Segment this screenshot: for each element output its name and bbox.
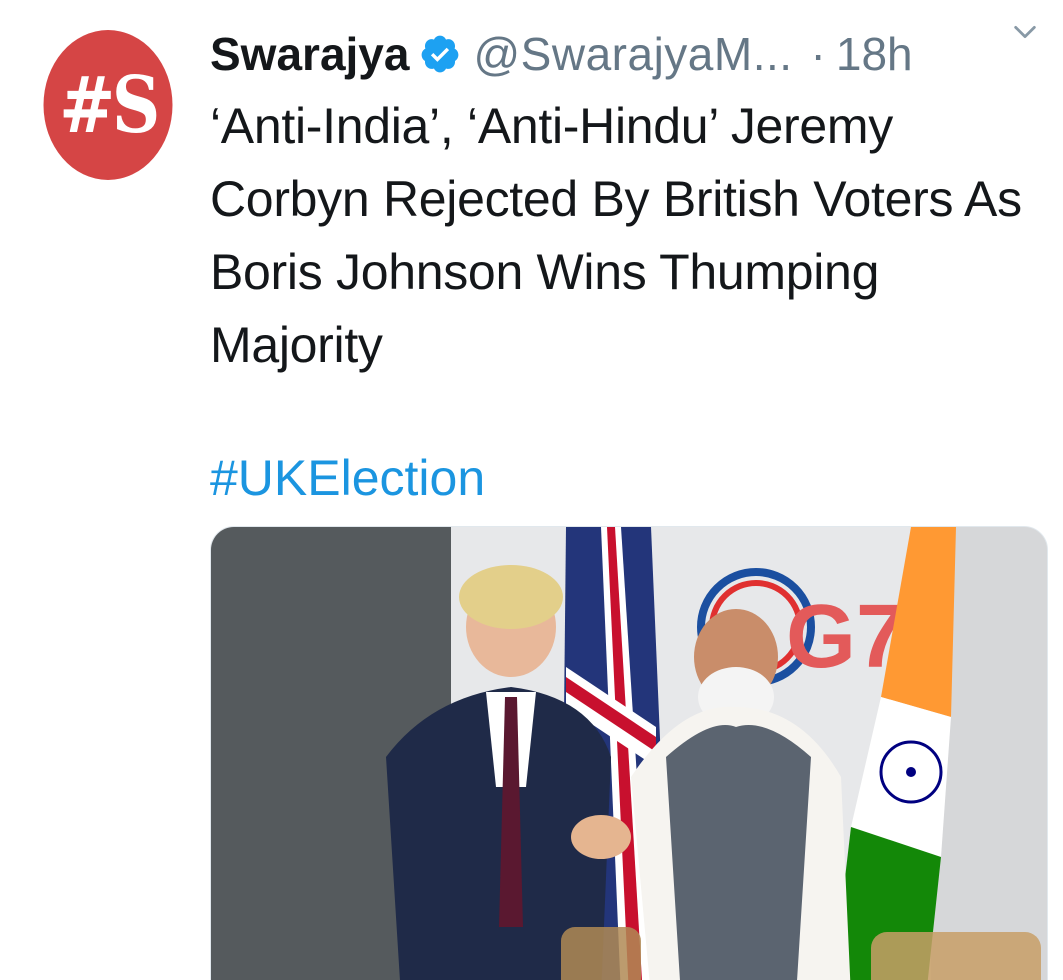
user-handle[interactable]: @SwarajyaM... [473,31,792,77]
chevron-down-icon[interactable] [1009,16,1041,48]
timestamp[interactable]: 18h [836,31,913,77]
avatar[interactable]: #S [43,30,173,180]
tweet-text: ‘Anti-India’, ‘Anti-Hindu’ Jeremy Corbyn… [210,98,1022,373]
hashtag-link[interactable]: #UKElection [210,448,485,508]
tweet-header: Swarajya @SwarajyaM... · 18h [210,24,1043,84]
media-image[interactable]: G7 [210,526,1048,980]
handshake [571,815,631,859]
separator-dot: · [810,28,826,80]
avatar-text: #S [59,59,160,151]
media-photo: G7 [211,527,1047,980]
display-name[interactable]: Swarajya [210,31,409,77]
tweet[interactable]: #S Swarajya @SwarajyaM... · 18h ‘Anti-In… [0,0,1063,980]
verified-badge-icon [419,33,461,75]
